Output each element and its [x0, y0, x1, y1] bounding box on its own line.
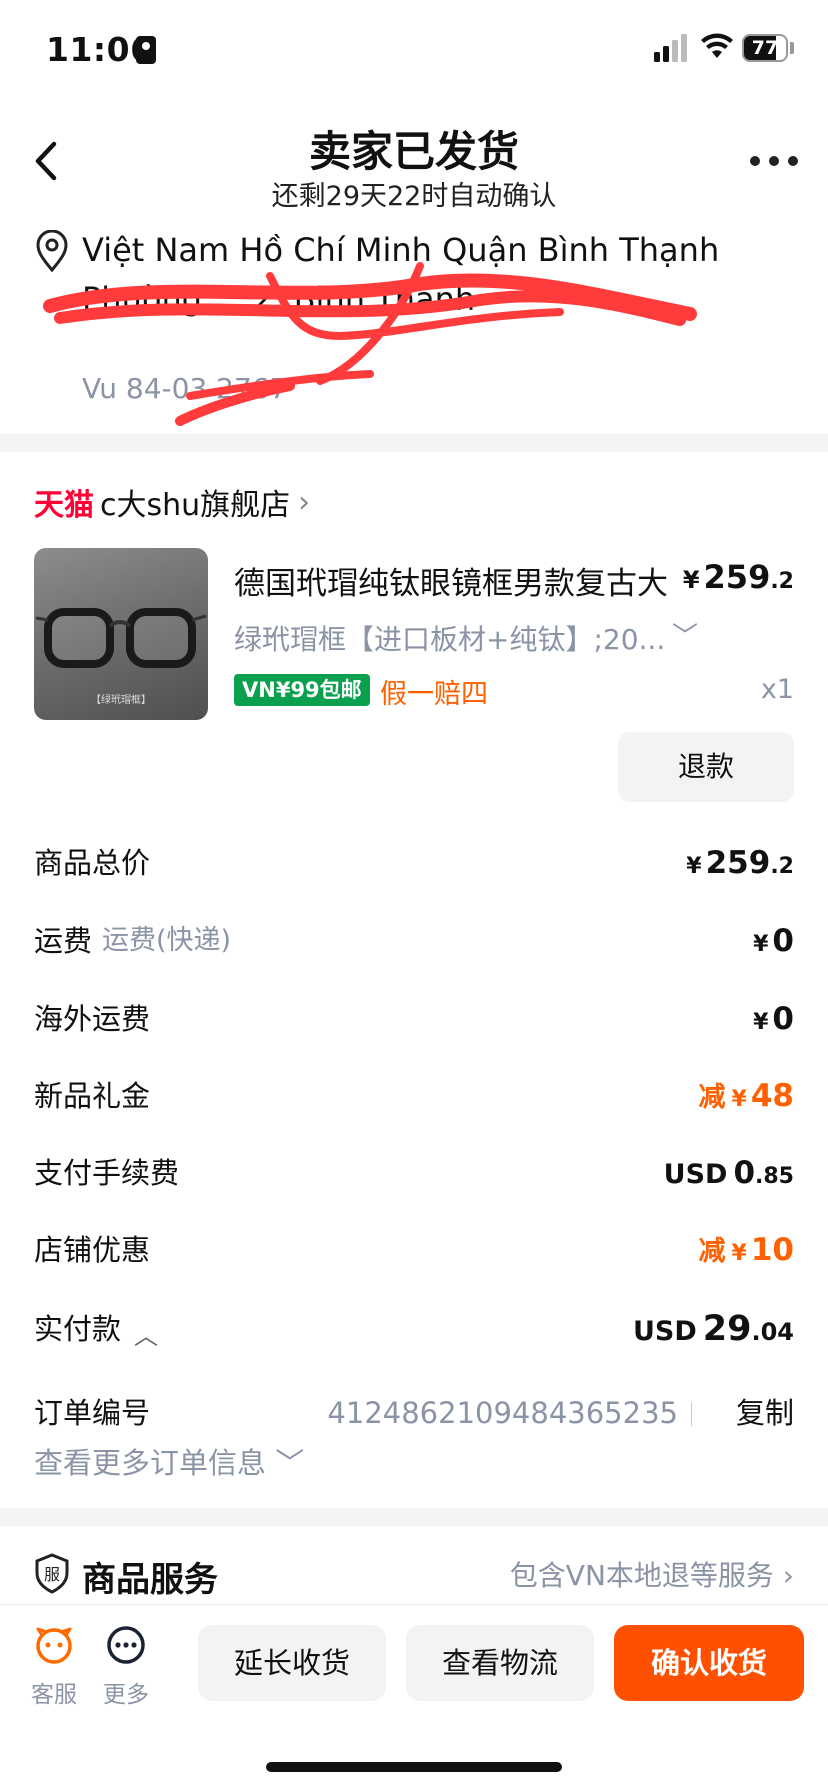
recipient-contact: Vu 84-03 2767	[82, 372, 288, 405]
payment-fee-row: 支付手续费 USD 0.85	[34, 1148, 794, 1198]
service-title: 商品服务	[82, 1560, 218, 1600]
payment-fee-value: USD 0.85	[663, 1155, 794, 1191]
paid-amount-label: 实付款	[34, 1312, 122, 1346]
goods-total-value: ¥259.2	[686, 845, 794, 881]
page-header: 卖家已发货 还剩29天22时自动确认	[0, 100, 828, 220]
section-divider	[0, 1508, 828, 1526]
page-title: 卖家已发货	[308, 127, 519, 176]
shipping-fee-label: 运费	[34, 924, 93, 958]
shipping-fee-value: ¥0	[753, 923, 794, 959]
more-dots-icon	[107, 1626, 145, 1664]
service-link[interactable]: 包含VN本地退等服务 ›	[510, 1554, 794, 1594]
shipping-fee-row: 运费 运费(快递) ¥0	[34, 916, 794, 966]
more-button[interactable]: 更多	[96, 1625, 156, 1709]
overseas-shipping-label: 海外运费	[34, 1002, 151, 1036]
overseas-shipping-row: 海外运费 ¥0	[34, 994, 794, 1044]
extend-receipt-button[interactable]: 延长收货	[198, 1625, 386, 1701]
goods-total-row: 商品总价 ¥259.2	[34, 838, 794, 888]
shop-header[interactable]: 天猫 c大shu旗舰店 ›	[34, 480, 310, 524]
shipping-method: 运费(快递)	[102, 925, 232, 956]
product-service-section[interactable]: 服 商品服务 包含VN本地退等服务 ›	[34, 1548, 794, 1604]
battery-icon: 77	[742, 34, 788, 62]
image-caption: 【绿玳瑁框】	[91, 695, 151, 706]
payment-fee-label: 支付手续费	[34, 1156, 180, 1190]
product-title[interactable]: 德国玳瑁纯钛眼镜框男款复古大	[234, 558, 674, 603]
chevron-right-icon: ›	[298, 484, 311, 520]
wifi-icon	[701, 33, 733, 58]
view-logistics-button[interactable]: 查看物流	[406, 1625, 594, 1701]
product-quantity: x1	[760, 674, 794, 705]
chevron-down-icon[interactable]: ﹀	[672, 616, 698, 653]
order-number-label: 订单编号	[34, 1396, 151, 1430]
section-divider	[0, 434, 828, 452]
service-shield-icon: 服	[35, 1553, 69, 1594]
customer-service-label: 客服	[31, 1682, 77, 1708]
signal-icon	[654, 34, 690, 62]
customer-service-icon	[36, 1627, 72, 1664]
location-pin-icon	[36, 230, 68, 272]
battery-level: 77	[751, 37, 779, 59]
contact-card-icon	[136, 36, 156, 64]
shop-name: c大shu旗舰店	[100, 488, 291, 523]
goods-total-label: 商品总价	[34, 846, 151, 880]
shop-discount-value: 减 ¥10	[698, 1232, 794, 1268]
free-shipping-badge: VN¥99包邮	[234, 674, 370, 706]
more-options-button[interactable]	[750, 156, 798, 168]
shop-discount-label: 店铺优惠	[34, 1233, 151, 1267]
new-gift-row: 新品礼金 减 ¥48	[34, 1071, 794, 1121]
new-gift-value: 减 ¥48	[698, 1078, 794, 1114]
customer-service-button[interactable]: 客服	[24, 1625, 84, 1709]
product-sku[interactable]: 绿玳瑁框【进口板材+纯钛】;20...	[234, 618, 665, 658]
status-bar: 11:06 77	[0, 0, 828, 100]
confirm-receipt-button[interactable]: 确认收货	[614, 1625, 804, 1701]
product-price: ¥259.2	[682, 558, 794, 596]
home-indicator	[266, 1762, 562, 1772]
new-gift-label: 新品礼金	[34, 1079, 151, 1113]
paid-amount-row[interactable]: 实付款 ︿ USD 29.04	[34, 1304, 794, 1354]
shipping-address[interactable]: Việt Nam Hồ Chí Minh Quận Bình Thạnh Phư…	[0, 222, 828, 412]
battery-tip	[790, 42, 794, 54]
overseas-shipping-value: ¥0	[753, 1001, 794, 1037]
refund-button[interactable]: 退款	[618, 732, 794, 802]
product-image[interactable]: 【绿玳瑁框】	[34, 548, 208, 720]
order-number-row: 订单编号 4124862109484365235 复制	[34, 1388, 794, 1438]
address-text: Việt Nam Hồ Chí Minh Quận Bình Thạnh Phư…	[82, 231, 720, 318]
tmall-logo: 天猫	[34, 488, 94, 523]
chevron-up-icon[interactable]: ︿	[134, 1316, 158, 1351]
more-order-info-link[interactable]: 查看更多订单信息 ﹀	[34, 1440, 304, 1482]
paid-amount-value: USD 29.04	[632, 1309, 794, 1349]
order-number: 4124862109484365235	[327, 1396, 678, 1430]
shop-discount-row: 店铺优惠 减 ¥10	[34, 1225, 794, 1275]
more-label: 更多	[103, 1682, 149, 1708]
separator	[691, 1402, 692, 1426]
auto-confirm-countdown: 还剩29天22时自动确认	[271, 181, 557, 212]
copy-button[interactable]: 复制	[736, 1388, 794, 1438]
guarantee-badge: 假一赔四	[380, 679, 488, 710]
svg-text:服: 服	[44, 1565, 60, 1584]
